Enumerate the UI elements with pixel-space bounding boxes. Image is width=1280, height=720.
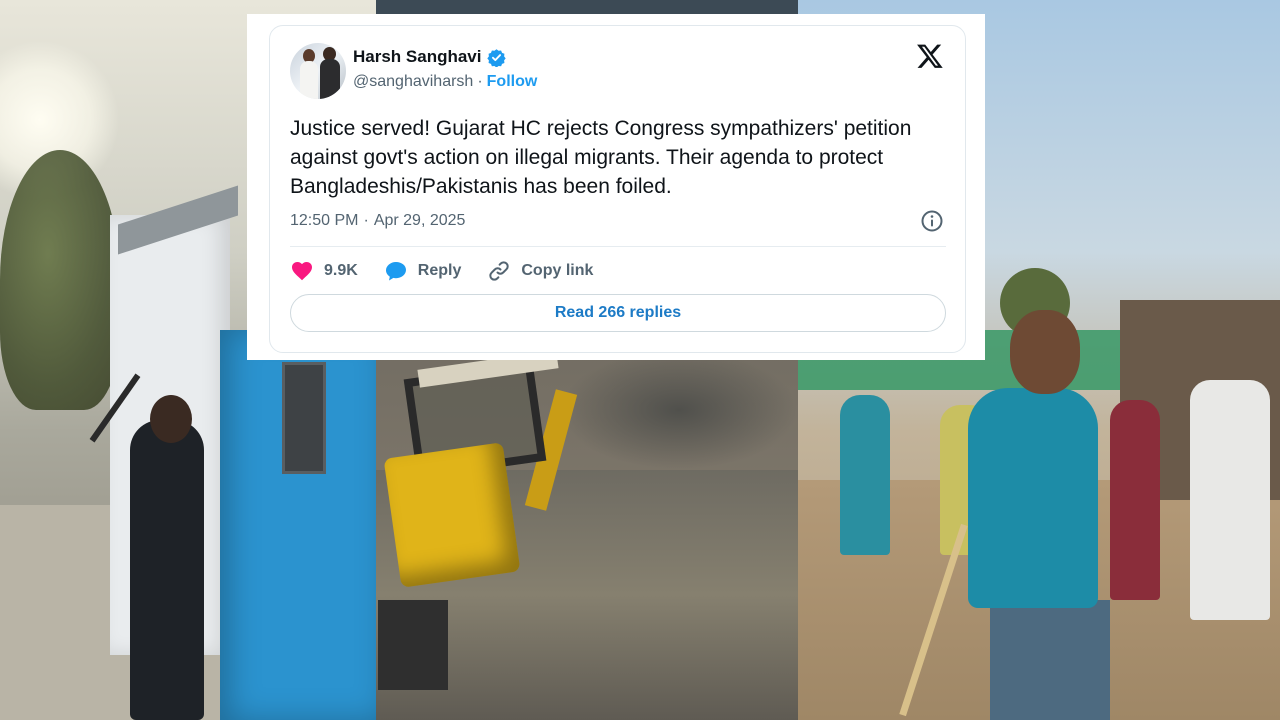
copy-link-label: Copy link — [521, 262, 594, 279]
like-button[interactable]: 9.9K — [290, 259, 358, 283]
separator: · — [363, 212, 369, 229]
tweet-actions: 9.9K Reply Copy link — [290, 258, 619, 284]
person-with-stick — [130, 420, 204, 720]
tweet-text: Justice served! Gujarat HC rejects Congr… — [290, 117, 912, 198]
author-handle[interactable]: @sanghaviharsh — [353, 73, 473, 91]
excavator-bucket — [378, 600, 448, 690]
dust-cloud — [560, 350, 798, 470]
divider — [290, 246, 946, 247]
copy-link-button[interactable]: Copy link — [487, 259, 593, 283]
photo-strip — [376, 0, 798, 14]
avatar[interactable] — [290, 43, 346, 99]
house-window — [282, 362, 326, 474]
handle-row: @sanghaviharsh · Follow — [353, 73, 537, 91]
excavator-body — [383, 442, 521, 588]
tweet-timestamp[interactable]: 12:50 PM · Apr 29, 2025 — [290, 212, 465, 230]
reply-button[interactable]: Reply — [384, 259, 462, 283]
link-icon — [489, 261, 510, 281]
info-icon[interactable] — [920, 209, 944, 233]
background-person — [840, 395, 890, 555]
tweet-embed: Harsh Sanghavi @sanghaviharsh · Follow J… — [269, 25, 966, 353]
person-head — [150, 395, 192, 443]
separator: · — [477, 73, 483, 90]
man-legs — [990, 600, 1110, 720]
background-person — [1110, 400, 1160, 600]
author-row: Harsh Sanghavi — [353, 47, 506, 67]
follow-button[interactable]: Follow — [487, 73, 538, 91]
like-count: 9.9K — [324, 262, 358, 279]
man-in-blue-shirt — [968, 388, 1098, 608]
tree — [0, 150, 120, 410]
man-head — [1010, 310, 1080, 394]
tweet-date: Apr 29, 2025 — [373, 212, 466, 229]
author-name[interactable]: Harsh Sanghavi — [353, 47, 482, 67]
background-person — [1190, 380, 1270, 620]
verified-badge-icon — [486, 48, 506, 67]
speech-bubble-icon — [385, 262, 406, 281]
reply-label: Reply — [417, 262, 462, 279]
heart-icon — [292, 262, 312, 281]
read-replies-button[interactable]: Read 266 replies — [290, 294, 946, 332]
tweet-time: 12:50 PM — [290, 212, 359, 229]
x-logo-icon[interactable] — [916, 42, 944, 70]
